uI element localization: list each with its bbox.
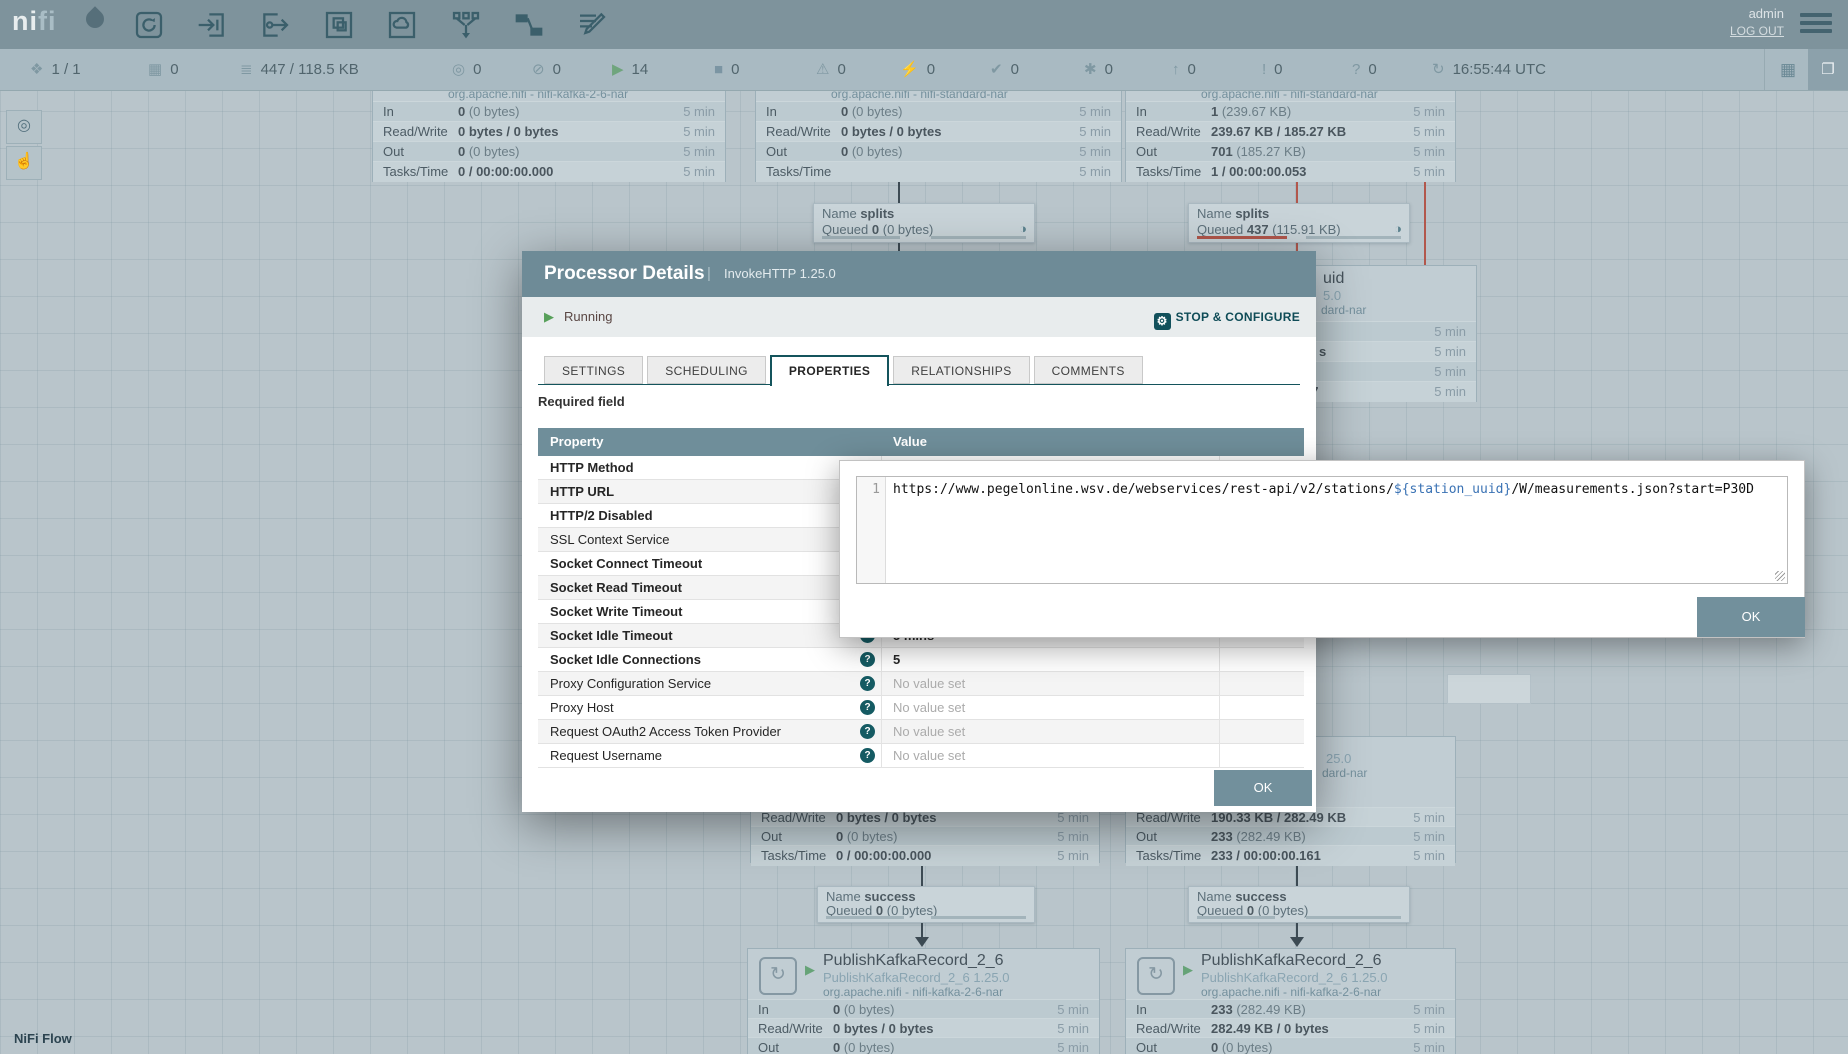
- url-value-text: https://www.pegelonline.wsv.de/webservic…: [893, 482, 1775, 497]
- table-row[interactable]: Proxy Host?No value set: [538, 696, 1304, 720]
- run-status-text: Running: [564, 297, 612, 337]
- line-number: 1: [872, 482, 880, 497]
- value-column-header: Value: [893, 428, 927, 456]
- gear-icon: ⚙: [1154, 313, 1171, 330]
- dialog-header: Processor Details | InvokeHTTP 1.25.0: [522, 251, 1316, 297]
- dialog-subtitle: InvokeHTTP 1.25.0: [724, 251, 836, 297]
- tab-settings[interactable]: SETTINGS: [544, 356, 643, 384]
- table-row[interactable]: Request Username?No value set: [538, 744, 1304, 768]
- help-icon[interactable]: ?: [860, 748, 875, 763]
- help-icon[interactable]: ?: [860, 652, 875, 667]
- help-icon[interactable]: ?: [860, 724, 875, 739]
- property-column-header: Property: [550, 428, 603, 456]
- help-icon[interactable]: ?: [860, 676, 875, 691]
- help-icon[interactable]: ?: [860, 700, 875, 715]
- dialog-tabs: SETTINGSSCHEDULINGPROPERTIESRELATIONSHIP…: [544, 355, 1147, 385]
- divider: |: [707, 251, 711, 297]
- stop-and-configure-button[interactable]: ⚙STOP & CONFIGURE: [1154, 297, 1300, 337]
- nifi-application: org.apache.nifi - nifi-kafka-2-6-nar In0…: [0, 0, 1848, 1054]
- table-row[interactable]: Proxy Configuration Service?No value set: [538, 672, 1304, 696]
- table-row[interactable]: Socket Idle Connections?5: [538, 648, 1304, 672]
- value-textarea[interactable]: 1 https://www.pegelonline.wsv.de/webserv…: [856, 476, 1788, 584]
- running-icon: ▶: [544, 297, 554, 337]
- table-header: Property Value: [538, 428, 1304, 456]
- dialog-title: Processor Details: [544, 251, 705, 297]
- tab-underline: [538, 384, 1300, 385]
- value-editor-popup: 1 https://www.pegelonline.wsv.de/webserv…: [839, 460, 1805, 638]
- table-row[interactable]: Request OAuth2 Access Token Provider?No …: [538, 720, 1304, 744]
- tab-relationships[interactable]: RELATIONSHIPS: [893, 356, 1029, 384]
- required-field-note: Required field: [538, 394, 625, 409]
- line-number-gutter: 1: [857, 477, 886, 583]
- tab-comments[interactable]: COMMENTS: [1034, 356, 1143, 384]
- resize-handle-icon[interactable]: [1775, 571, 1785, 581]
- expression-language-token: ${station_uuid}: [1394, 482, 1511, 497]
- dialog-ok-button[interactable]: OK: [1214, 770, 1312, 806]
- tab-properties[interactable]: PROPERTIES: [770, 355, 889, 386]
- tab-scheduling[interactable]: SCHEDULING: [647, 356, 766, 384]
- dialog-status-strip: ▶ Running ⚙STOP & CONFIGURE: [522, 297, 1316, 337]
- editor-ok-button[interactable]: OK: [1697, 597, 1805, 637]
